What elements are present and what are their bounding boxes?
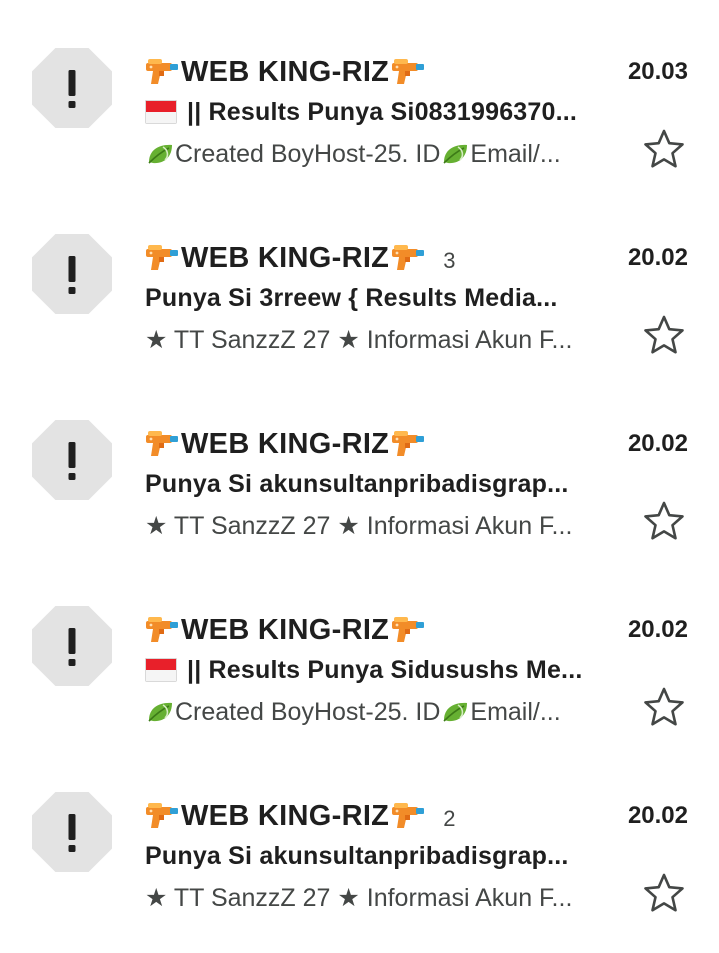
leaf-icon [148, 144, 172, 164]
snippet-line: ★ TT SanzzZ 27 ★ Informasi Akun F... [145, 322, 620, 358]
water-gun-icon [146, 431, 178, 456]
snippet-line: ★ TT SanzzZ 27 ★ Informasi Akun F... [145, 508, 620, 544]
email-row[interactable]: WEB KING-RIZ 20.03 || Results Punya Si08… [0, 48, 719, 198]
subject-line: || Results Punya Si0831996370... [145, 94, 625, 130]
email-row[interactable]: WEB KING-RIZ 3 20.02 Punya Si 3rreew { R… [0, 234, 719, 384]
leaf-icon [148, 702, 172, 722]
warning-avatar-icon[interactable] [32, 48, 112, 128]
warning-avatar-icon[interactable] [32, 606, 112, 686]
water-gun-icon [146, 617, 178, 642]
star-outline-icon[interactable] [643, 872, 685, 914]
sender-name: WEB KING-RIZ [181, 241, 390, 274]
email-subject: Punya Si akunsultanpribadisgrap... [145, 841, 569, 870]
sender-line: WEB KING-RIZ 3 [145, 238, 455, 278]
subject-line: Punya Si 3rreew { Results Media... [145, 280, 625, 316]
received-time: 20.02 [627, 616, 688, 643]
email-snippet: ★ TT SanzzZ 27 ★ Informasi Akun F... [145, 884, 573, 912]
email-snippet: ★ TT SanzzZ 27 ★ Informasi Akun F... [145, 326, 573, 354]
water-gun-icon [146, 803, 178, 828]
water-gun-icon [392, 59, 425, 84]
email-row[interactable]: WEB KING-RIZ 20.02 Punya Si akunsultanpr… [0, 420, 719, 570]
water-gun-icon [392, 245, 425, 270]
star-outline-icon[interactable] [643, 128, 685, 170]
email-snippet: Created BoyHost-25. ID [175, 139, 441, 168]
email-snippet: Created BoyHost-25. ID [175, 697, 441, 726]
sender-line: WEB KING-RIZ [145, 610, 443, 650]
email-row[interactable]: WEB KING-RIZ 2 20.02 Punya Si akunsultan… [0, 792, 719, 942]
sender-line: WEB KING-RIZ 2 [145, 796, 455, 836]
indonesia-flag-icon [145, 100, 177, 124]
email-subject: || Results Punya Si0831996370... [187, 97, 578, 126]
received-time: 20.02 [627, 430, 688, 457]
sender-line: WEB KING-RIZ [145, 424, 443, 464]
thread-count: 3 [443, 248, 456, 273]
email-subject: Punya Si akunsultanpribadisgrap... [145, 469, 569, 498]
star-outline-icon[interactable] [643, 500, 685, 542]
email-snippet: ★ TT SanzzZ 27 ★ Informasi Akun F... [145, 512, 573, 540]
subject-line: Punya Si akunsultanpribadisgrap... [145, 838, 625, 874]
snippet-line: Created BoyHost-25. ID Email/... [145, 694, 620, 730]
snippet-line: Created BoyHost-25. ID Email/... [145, 136, 620, 172]
subject-line: Punya Si akunsultanpribadisgrap... [145, 466, 625, 502]
star-outline-icon[interactable] [643, 314, 685, 356]
received-time: 20.02 [627, 244, 688, 271]
warning-avatar-icon[interactable] [32, 420, 112, 500]
email-snippet-continued: Email/... [470, 139, 561, 168]
sender-name: WEB KING-RIZ [181, 613, 390, 646]
email-row[interactable]: WEB KING-RIZ 20.02 || Results Punya Sidu… [0, 606, 719, 756]
sender-name: WEB KING-RIZ [181, 427, 390, 460]
sender-name: WEB KING-RIZ [181, 55, 390, 88]
received-time: 20.02 [627, 802, 688, 829]
sender-name: WEB KING-RIZ [181, 799, 390, 832]
star-outline-icon[interactable] [643, 686, 685, 728]
water-gun-icon [392, 431, 425, 456]
warning-avatar-icon[interactable] [32, 792, 112, 872]
email-subject: Punya Si 3rreew { Results Media... [145, 283, 558, 312]
water-gun-icon [146, 245, 178, 270]
snippet-line: ★ TT SanzzZ 27 ★ Informasi Akun F... [145, 880, 620, 916]
water-gun-icon [392, 617, 425, 642]
water-gun-icon [146, 59, 178, 84]
leaf-icon [443, 144, 468, 164]
leaf-icon [443, 702, 468, 722]
subject-line: || Results Punya Sidusushs Me... [145, 652, 625, 688]
warning-avatar-icon[interactable] [32, 234, 112, 314]
email-snippet-continued: Email/... [470, 697, 561, 726]
sender-line: WEB KING-RIZ [145, 52, 443, 92]
indonesia-flag-icon [145, 658, 177, 682]
thread-count: 2 [443, 806, 456, 831]
email-subject: || Results Punya Sidusushs Me... [187, 655, 583, 684]
received-time: 20.03 [627, 58, 688, 85]
water-gun-icon [392, 803, 425, 828]
